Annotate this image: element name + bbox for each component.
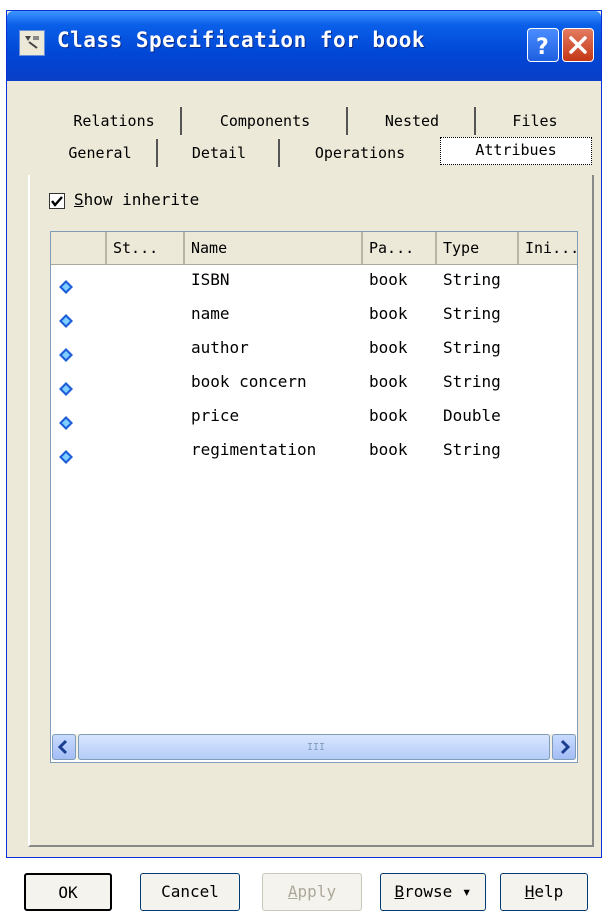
browse-button[interactable]: Browse ▾	[380, 873, 486, 911]
attribute-type: String	[443, 270, 501, 289]
help-button[interactable]: Help	[500, 873, 588, 911]
attribute-parent: book	[369, 304, 408, 323]
checkmark-icon	[51, 196, 63, 207]
close-button[interactable]	[562, 28, 594, 62]
attribute-type: Double	[443, 406, 501, 425]
column-header-name[interactable]: Name	[185, 232, 363, 264]
cancel-button[interactable]: Cancel	[140, 873, 240, 911]
attribute-name: price	[191, 406, 240, 425]
list-header: St... Name Pa... Type Ini...	[51, 232, 577, 265]
tab-relations[interactable]: Relations	[48, 107, 182, 135]
class-specification-icon	[19, 30, 45, 56]
table-row[interactable]: name book String	[51, 300, 577, 334]
class-specification-dialog: Class Specification for book ? Relations…	[6, 10, 602, 911]
close-icon	[569, 36, 587, 54]
attribute-name: regimentation	[191, 440, 317, 459]
window-title: Class Specification for book	[57, 28, 426, 52]
tab-components[interactable]: Components	[184, 107, 348, 135]
attribute-name: name	[191, 304, 230, 323]
dialog-client-area: Relations Components Nested Files Genera…	[12, 81, 596, 911]
attribute-diamond-icon	[59, 348, 73, 362]
attribute-diamond-icon	[59, 382, 73, 396]
attribute-diamond-icon	[59, 280, 73, 294]
attribute-diamond-icon	[59, 314, 73, 328]
attributes-list[interactable]: St... Name Pa... Type Ini... ISBN book S…	[50, 231, 578, 763]
attribute-parent: book	[369, 270, 408, 289]
table-row[interactable]: regimentation book String	[51, 436, 577, 470]
column-header-type[interactable]: Type	[437, 232, 519, 264]
attribute-type: String	[443, 304, 501, 323]
show-inherited-checkbox[interactable]	[49, 193, 65, 209]
table-row[interactable]: price book Double	[51, 402, 577, 436]
tab-files[interactable]: Files	[478, 107, 592, 135]
attribute-diamond-icon	[59, 450, 73, 464]
column-header-initial[interactable]: Ini...	[519, 232, 577, 264]
show-inherited-label[interactable]: Show inherite	[74, 190, 199, 209]
tab-nested[interactable]: Nested	[350, 107, 476, 135]
attribute-type: String	[443, 372, 501, 391]
chevron-right-icon	[560, 739, 571, 755]
attribute-name: ISBN	[191, 270, 230, 289]
table-row[interactable]: ISBN book String	[51, 266, 577, 300]
horizontal-scrollbar[interactable]: III	[52, 734, 576, 760]
title-bar[interactable]: Class Specification for book ?	[7, 11, 601, 81]
column-header-stereotype[interactable]: St...	[107, 232, 185, 264]
attribute-diamond-icon	[59, 416, 73, 430]
tab-operations[interactable]: Operations	[284, 139, 436, 167]
attribute-type: String	[443, 338, 501, 357]
table-row[interactable]: author book String	[51, 334, 577, 368]
attribute-parent: book	[369, 338, 408, 357]
table-row[interactable]: book concern book String	[51, 368, 577, 402]
attribute-parent: book	[369, 406, 408, 425]
scroll-left-button[interactable]	[52, 734, 76, 760]
ok-button[interactable]: OK	[24, 873, 112, 911]
chevron-left-icon	[57, 739, 68, 755]
question-icon: ?	[536, 35, 549, 60]
attribute-name: author	[191, 338, 249, 357]
attribute-name: book concern	[191, 372, 307, 391]
help-title-button[interactable]: ?	[527, 28, 559, 62]
tab-attributes[interactable]: Attribues	[440, 137, 592, 165]
scroll-thumb[interactable]: III	[78, 734, 550, 760]
column-header-icon[interactable]	[51, 232, 107, 264]
column-header-parent[interactable]: Pa...	[363, 232, 437, 264]
apply-button[interactable]: Apply	[262, 873, 362, 911]
scroll-right-button[interactable]	[552, 734, 576, 760]
attribute-parent: book	[369, 372, 408, 391]
thumb-grip: III	[307, 742, 326, 753]
attribute-parent: book	[369, 440, 408, 459]
attribute-type: String	[443, 440, 501, 459]
tab-detail[interactable]: Detail	[160, 139, 280, 167]
tab-general[interactable]: General	[44, 139, 158, 167]
